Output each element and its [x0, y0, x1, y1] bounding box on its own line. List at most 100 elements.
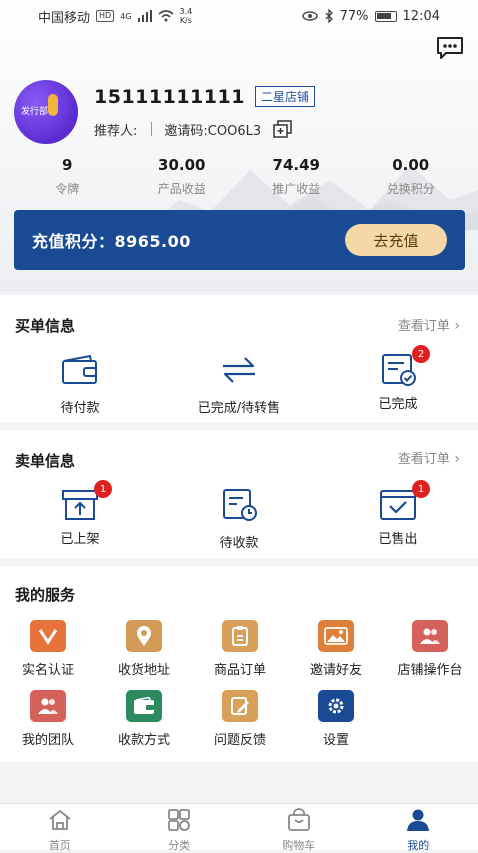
recharge-points: 充值积分：8965.00 [32, 228, 191, 252]
order-listed[interactable]: 1 已上架 [10, 488, 150, 547]
store-level-badge: 二星店铺 [255, 86, 315, 107]
service-real-name-verification[interactable]: 实名认证 [0, 620, 96, 678]
verify-icon [30, 620, 66, 652]
clock: 12:04 [403, 9, 440, 24]
hd-badge: HD [96, 10, 114, 22]
stat-tokens[interactable]: 9 令牌 [17, 156, 117, 197]
count-badge: 1 [94, 480, 112, 498]
order-label: 待付款 [10, 397, 150, 416]
invite-code: 邀请码:COO6L3 [164, 120, 261, 139]
document-clock-icon [219, 488, 259, 522]
service-label: 店铺操作台 [382, 659, 478, 678]
service-my-team[interactable]: 我的团队 [0, 690, 96, 748]
stat-product-income[interactable]: 30.00 产品收益 [132, 156, 232, 197]
location-icon [126, 620, 162, 652]
order-completed-resale[interactable]: 已完成/待转售 [169, 353, 309, 416]
speed-unit: K/s [180, 16, 193, 25]
order-pending-payment[interactable]: 待付款 [10, 353, 150, 416]
avatar-text: 发行部 [21, 104, 48, 117]
view-sell-orders-link[interactable]: 查看订单 [398, 448, 460, 467]
speed-value: 3.4 [180, 7, 193, 16]
order-icon-wrap: 1 [378, 488, 418, 522]
service-label: 我的团队 [0, 729, 96, 748]
order-label: 已完成/待转售 [169, 397, 309, 416]
service-label: 设置 [288, 729, 384, 748]
service-payment-method[interactable]: 收款方式 [96, 690, 192, 748]
carrier-label: 中国移动 [38, 7, 90, 26]
service-label: 收款方式 [96, 729, 192, 748]
edit-icon [222, 690, 258, 722]
stat-promotion-income[interactable]: 74.49 推广收益 [246, 156, 346, 197]
order-sold[interactable]: 1 已售出 [328, 488, 468, 547]
service-feedback[interactable]: 问题反馈 [192, 690, 288, 748]
clipboard-icon [222, 620, 258, 652]
gear-icon [318, 690, 354, 722]
tab-home[interactable]: 首页 [0, 804, 120, 850]
service-store-console[interactable]: 店铺操作台 [382, 620, 478, 678]
count-badge: 1 [412, 480, 430, 498]
order-label: 已售出 [328, 528, 468, 547]
stat-label: 兑换积分 [361, 180, 461, 197]
service-shipping-address[interactable]: 收货地址 [96, 620, 192, 678]
stat-value: 74.49 [246, 156, 346, 174]
order-label: 已完成 [328, 393, 468, 412]
bottom-tab-bar: 首页 分类 购物车 我的 [0, 803, 478, 850]
services-section: 我的服务 实名认证 收货地址 商品订单 邀请好友 店铺操作台 我的团队 [0, 566, 478, 762]
order-icon-wrap: 1 [60, 488, 100, 522]
buy-orders-section: 买单信息 查看订单 待付款 已完成/待转售 2 已完成 [0, 295, 478, 422]
stat-value: 0.00 [361, 156, 461, 174]
service-settings[interactable]: 设置 [288, 690, 384, 748]
signal-icon [138, 10, 152, 22]
stats-row: 9 令牌 30.00 产品收益 74.49 推广收益 0.00 兑换积分 [0, 156, 478, 197]
profile-header: 发行部 15111111111 二星店铺 推荐人: 邀请码:COO6L3 [14, 80, 315, 144]
message-icon[interactable] [436, 36, 464, 60]
bluetooth-icon [324, 9, 334, 23]
service-label: 收货地址 [96, 659, 192, 678]
stat-value: 30.00 [132, 156, 232, 174]
order-label: 已上架 [10, 528, 150, 547]
shopping-bag-icon [286, 808, 312, 832]
copy-icon[interactable] [273, 120, 293, 138]
battery-percent: 77% [340, 9, 369, 24]
network-type: 4G [120, 12, 131, 21]
tab-category[interactable]: 分类 [120, 804, 240, 850]
avatar[interactable]: 发行部 [14, 80, 78, 144]
profile-info: 15111111111 二星店铺 推荐人: 邀请码:COO6L3 [94, 86, 315, 139]
tab-mine[interactable]: 我的 [359, 804, 478, 850]
divider [151, 122, 152, 136]
stat-label: 推广收益 [246, 180, 346, 197]
microphone-icon [48, 94, 58, 116]
wallet-icon [126, 690, 162, 722]
phone-number: 15111111111 [94, 86, 245, 108]
tab-label: 我的 [359, 837, 478, 853]
wifi-icon [158, 10, 174, 22]
count-badge: 2 [412, 345, 430, 363]
wallet-icon [60, 353, 100, 387]
service-label: 实名认证 [0, 659, 96, 678]
order-label: 待收款 [169, 532, 309, 551]
stat-label: 产品收益 [132, 180, 232, 197]
network-speed: 3.4 K/s [180, 7, 193, 25]
section-title: 卖单信息 [15, 450, 75, 471]
stat-exchange-points[interactable]: 0.00 兑换积分 [361, 156, 461, 197]
service-invite-friends[interactable]: 邀请好友 [288, 620, 384, 678]
recharge-button[interactable]: 去充值 [345, 224, 447, 256]
eye-icon [302, 11, 318, 21]
section-title: 我的服务 [15, 584, 75, 605]
stat-label: 令牌 [17, 180, 117, 197]
order-awaiting-payment[interactable]: 待收款 [169, 488, 309, 551]
service-label: 商品订单 [192, 659, 288, 678]
battery-icon [375, 11, 397, 22]
stat-value: 9 [17, 156, 117, 174]
home-icon [47, 808, 73, 832]
section-title: 买单信息 [15, 315, 75, 336]
order-completed[interactable]: 2 已完成 [328, 353, 468, 412]
tab-cart[interactable]: 购物车 [239, 804, 359, 850]
service-product-orders[interactable]: 商品订单 [192, 620, 288, 678]
sell-orders-section: 卖单信息 查看订单 1 已上架 待收款 1 [0, 430, 478, 558]
view-buy-orders-link[interactable]: 查看订单 [398, 315, 460, 334]
grid-icon [166, 808, 192, 832]
order-icon-wrap: 2 [378, 353, 418, 387]
exchange-icon [219, 353, 259, 387]
status-bar: 中国移动 HD 4G 3.4 K/s 77% 12:04 [0, 0, 478, 32]
